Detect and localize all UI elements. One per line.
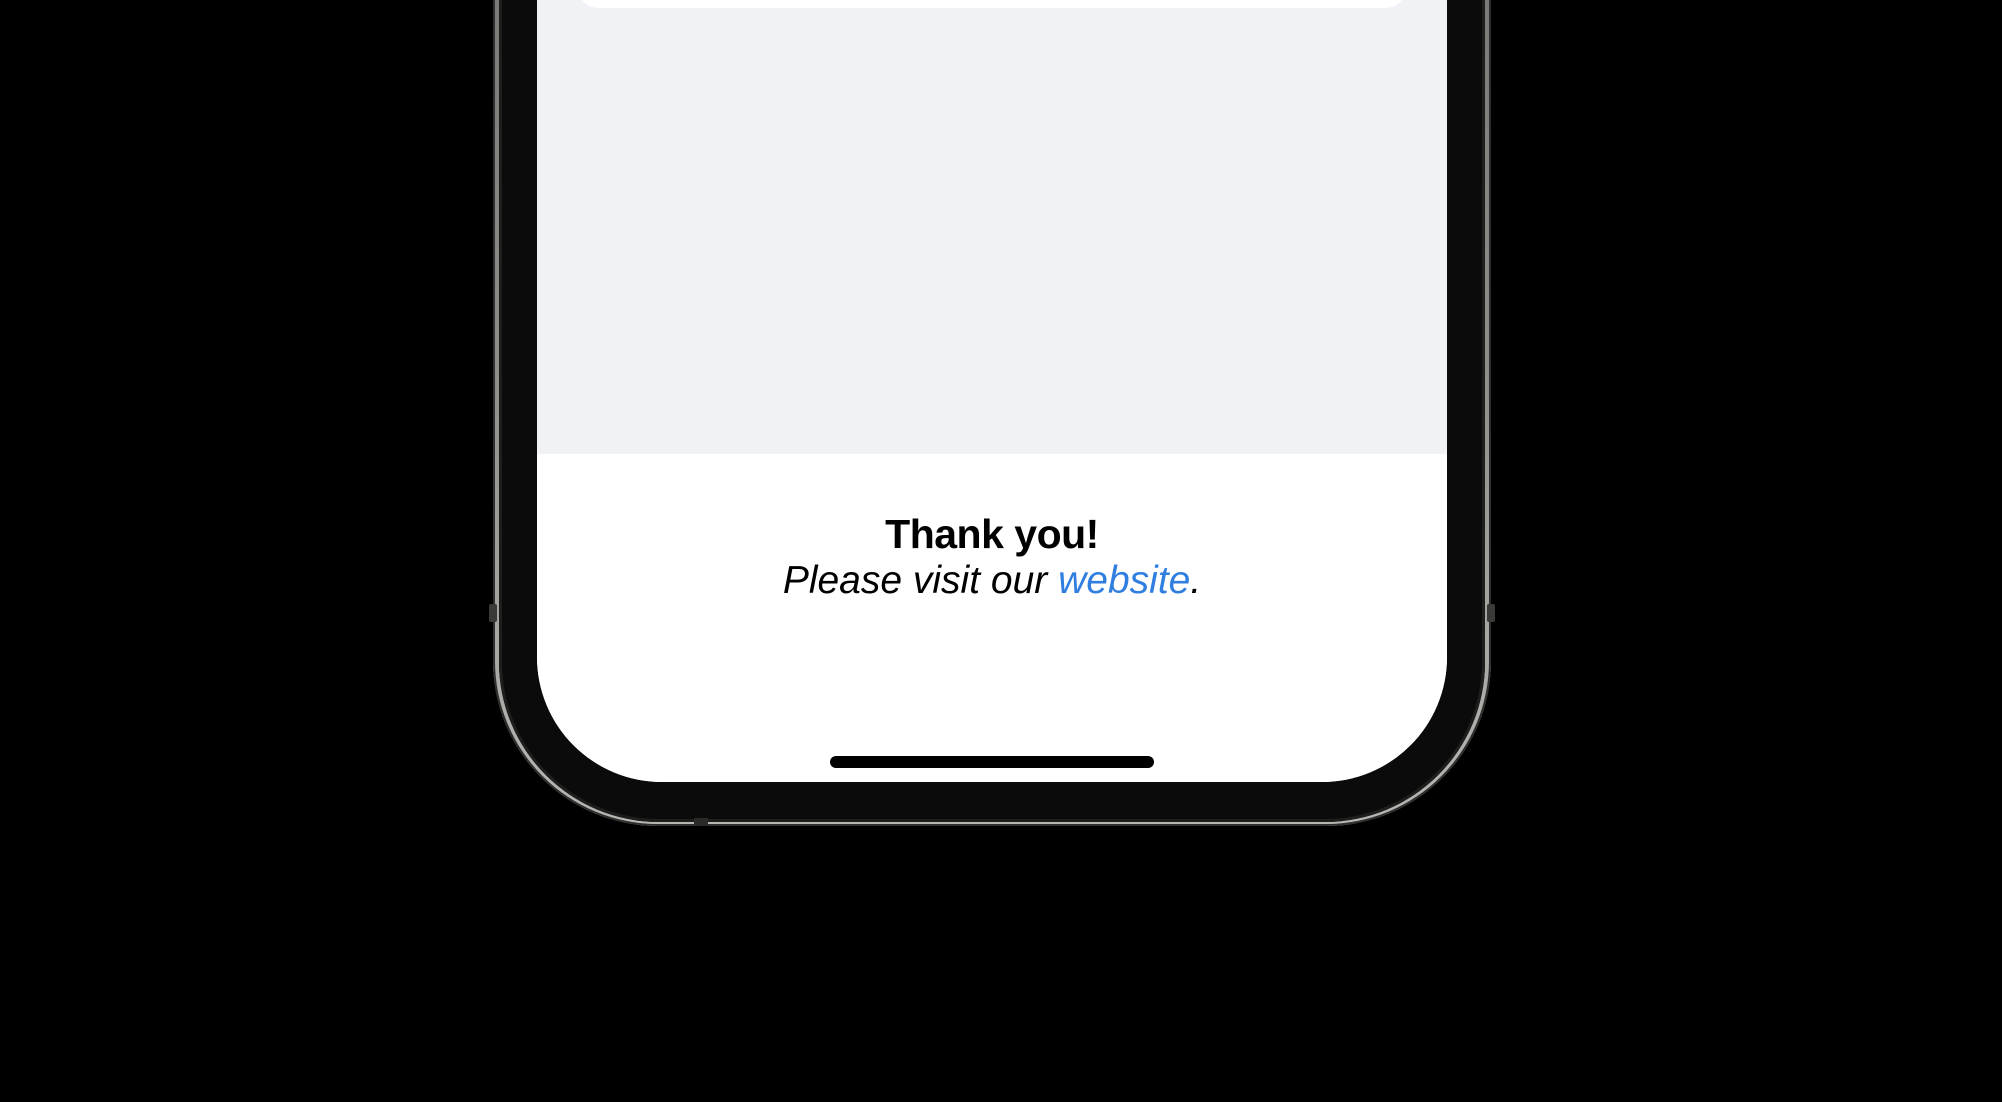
grouped-list-background <box>537 0 1447 454</box>
footer: Thank you! Please visit our website. <box>537 454 1447 782</box>
visit-suffix: . <box>1190 559 1202 602</box>
stage: Thank you! Please visit our website. <box>0 0 2002 1102</box>
side-button-right <box>1487 604 1495 622</box>
home-indicator[interactable] <box>830 756 1154 768</box>
visit-message: Please visit our website. <box>537 556 1447 606</box>
website-link[interactable]: website <box>1058 559 1190 602</box>
list-card <box>577 0 1407 8</box>
visit-prefix: Please visit our <box>782 559 1059 602</box>
antenna-band <box>694 818 708 826</box>
phone-screen: Thank you! Please visit our website. <box>537 0 1447 782</box>
side-button-left <box>489 604 497 622</box>
thank-you-heading: Thank you! <box>885 511 1099 557</box>
